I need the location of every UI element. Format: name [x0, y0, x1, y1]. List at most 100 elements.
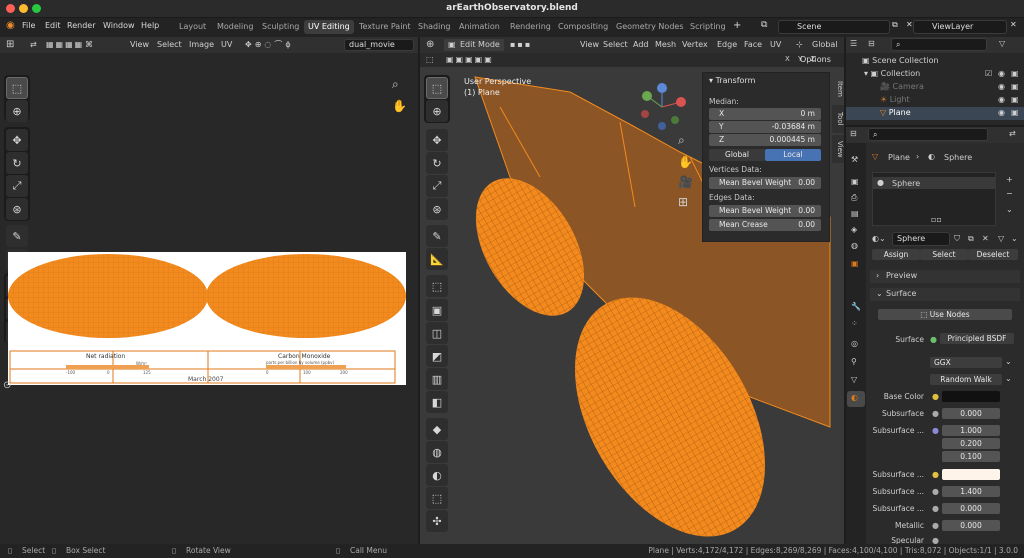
uv-editor[interactable]: ⊞ ⇄ ▦▦▦▦ ⌘ View Select Image UV ✥⊕◌⌒ϕ du…	[0, 37, 418, 544]
side-tab-view[interactable]: View	[832, 135, 844, 163]
distribution-dropdown[interactable]: GGX	[930, 357, 1002, 368]
orientation-label[interactable]: Global	[812, 39, 838, 51]
fake-user-icon[interactable]: ⛉	[954, 234, 960, 244]
median-z-field[interactable]: Z 0.000445 m	[709, 134, 821, 146]
list-resize-handle-icon[interactable]: ▫▫	[931, 215, 942, 224]
output-tab-icon[interactable]: ⎙	[851, 193, 857, 203]
zoom-icon[interactable]: ⌕	[392, 77, 399, 92]
visibility-eye-icon[interactable]: ◉	[998, 69, 1005, 78]
uv-menu-view[interactable]: View	[130, 39, 149, 51]
vp-menu-vertex[interactable]: Vertex	[682, 39, 708, 51]
browse-dropdown-icon[interactable]: ⌄	[1011, 234, 1018, 243]
viewport-options[interactable]: Options	[800, 55, 831, 64]
tab-layout[interactable]: Layout	[175, 20, 210, 34]
properties-editor[interactable]: ⊟ ⌕ ⇄ ⚒ ▣ ⎙ ▤ ◈ ◍ ▣ 🔧 ⁘ ◎ ⚲ ▽ ◐ ▽ Plane …	[846, 127, 1024, 545]
mean-crease-field[interactable]: Mean Crease 0.00	[709, 219, 821, 231]
tab-modeling[interactable]: Modeling	[213, 20, 257, 34]
local-toggle[interactable]: Local	[765, 149, 821, 161]
subsurface-method-chevron-icon[interactable]: ⌄	[1005, 374, 1012, 383]
material-tab-icon[interactable]: ◐	[851, 393, 858, 402]
metallic-field[interactable]: 0.000	[942, 520, 1000, 531]
world-tab-icon[interactable]: ◍	[851, 241, 858, 250]
vp-shear-icon[interactable]: ✣	[426, 510, 448, 532]
base-color-socket-icon[interactable]: ●	[932, 392, 939, 401]
scene-icon[interactable]: ⧉	[761, 20, 767, 30]
material-browse-icon[interactable]: ◐⌄	[872, 234, 886, 243]
vertex-bevel-weight-field[interactable]: Mean Bevel Weight 0.00	[709, 177, 821, 189]
vp-pan-icon[interactable]: ✋	[678, 155, 693, 169]
vp-move-icon[interactable]: ✥	[426, 129, 448, 151]
vp-loopcut-icon[interactable]: ▥	[426, 368, 448, 390]
plane-eye-icon[interactable]: ◉	[998, 108, 1005, 117]
slot-specials-icon[interactable]: ⌄	[1006, 205, 1013, 214]
select-button[interactable]: Select	[920, 249, 968, 260]
pan-hand-icon[interactable]: ✋	[392, 99, 407, 113]
collection-checkbox[interactable]: ☑	[985, 69, 992, 78]
vp-measure-icon[interactable]: 📐	[426, 248, 448, 270]
new-scene-icon[interactable]: ⧉	[892, 20, 898, 30]
global-toggle[interactable]: Global	[709, 149, 765, 161]
median-x-field[interactable]: X0 m	[709, 108, 821, 120]
uv-menu-select[interactable]: Select	[157, 39, 182, 51]
edge-bevel-weight-field[interactable]: Mean Bevel Weight 0.00	[709, 205, 821, 217]
subsurface-color-socket-icon[interactable]: ●	[932, 470, 939, 479]
scene-tab-icon[interactable]: ◈	[851, 225, 857, 234]
light-render-icon[interactable]: ▣	[1011, 95, 1019, 104]
transform-title[interactable]: ▾ Transform	[709, 76, 755, 85]
radius-socket-icon[interactable]: ●	[932, 426, 939, 435]
vp-inset-icon[interactable]: ◫	[426, 322, 448, 344]
uv-menu-uv[interactable]: UV	[221, 39, 232, 51]
aniso-socket-icon[interactable]: ●	[932, 504, 939, 513]
constraints-tab-icon[interactable]: ⚲	[851, 357, 857, 366]
uv-cursor-icon[interactable]: ⊙	[3, 380, 11, 391]
pin-icon[interactable]: ⇄	[1009, 129, 1016, 138]
vp-select-box-icon[interactable]: ⬚	[426, 77, 448, 99]
modifier-tab-icon[interactable]: 🔧	[851, 302, 861, 311]
data-tab-icon[interactable]: ▽	[851, 375, 857, 384]
tab-rendering[interactable]: Rendering	[506, 20, 555, 34]
menu-window[interactable]: Window	[103, 21, 135, 30]
vp-menu-select[interactable]: Select	[603, 39, 628, 51]
vp-menu-face[interactable]: Face	[744, 39, 762, 51]
transform-tool-icon[interactable]: ⊛	[6, 198, 28, 220]
blender-logo-icon[interactable]: ◉	[6, 20, 15, 31]
side-tab-tool[interactable]: Tool	[832, 105, 844, 133]
sticky-select-icon[interactable]: ⌘	[85, 39, 93, 51]
surface-section[interactable]: ⌄ Surface	[870, 288, 1020, 301]
add-slot-button[interactable]: +	[1006, 175, 1013, 184]
viewport-editor-type-icon[interactable]: ⊕	[426, 39, 434, 51]
view-layer-field[interactable]: ViewLayer	[913, 20, 1007, 34]
vp-spin-icon[interactable]: ◍	[426, 441, 448, 463]
vp-cursor-icon[interactable]: ⊕	[426, 100, 448, 122]
deselect-button[interactable]: Deselect	[968, 249, 1018, 260]
object-tab-icon[interactable]: ▣	[851, 259, 859, 268]
outliner-type-icon[interactable]: ☰	[850, 39, 857, 48]
filter-icon[interactable]: ▽	[999, 39, 1005, 48]
vp-scale-icon[interactable]: ⤢	[426, 175, 448, 197]
ior-socket-icon[interactable]: ●	[932, 487, 939, 496]
tab-geometry-nodes[interactable]: Geometry Nodes	[612, 20, 687, 34]
uv-menu-image[interactable]: Image	[189, 39, 214, 51]
vp-extrude-icon[interactable]: ▣	[426, 299, 448, 321]
select-modes-icons[interactable]: ▣▣▣▣▣	[446, 55, 494, 64]
menu-render[interactable]: Render	[67, 21, 95, 30]
tab-compositing[interactable]: Compositing	[554, 20, 612, 34]
duplicate-material-icon[interactable]: ⧉	[968, 234, 974, 244]
properties-type-icon[interactable]: ⊟	[850, 129, 857, 138]
camera-render-icon[interactable]: ▣	[1011, 82, 1019, 91]
base-color-swatch[interactable]	[942, 391, 1000, 402]
tab-scripting[interactable]: Scripting	[686, 20, 730, 34]
subsurface-ior-field[interactable]: 1.400	[942, 486, 1000, 497]
gizmo-z[interactable]	[657, 83, 667, 93]
material-name-field[interactable]: Sphere	[892, 232, 950, 246]
vp-camera-icon[interactable]: 🎥	[678, 175, 693, 189]
vp-add-cube-icon[interactable]: ⬚	[426, 275, 448, 297]
distribution-chevron-icon[interactable]: ⌄	[1005, 357, 1012, 366]
plane-render-icon[interactable]: ▣	[1011, 108, 1019, 117]
tab-animation[interactable]: Animation	[455, 20, 504, 34]
gizmo-x[interactable]	[676, 97, 686, 107]
vp-menu-edge[interactable]: Edge	[717, 39, 737, 51]
tool-settings-icon[interactable]: ⬚	[426, 55, 434, 64]
subsurface-color-swatch[interactable]	[942, 469, 1000, 480]
render-tab-icon[interactable]: ▣	[851, 177, 859, 186]
